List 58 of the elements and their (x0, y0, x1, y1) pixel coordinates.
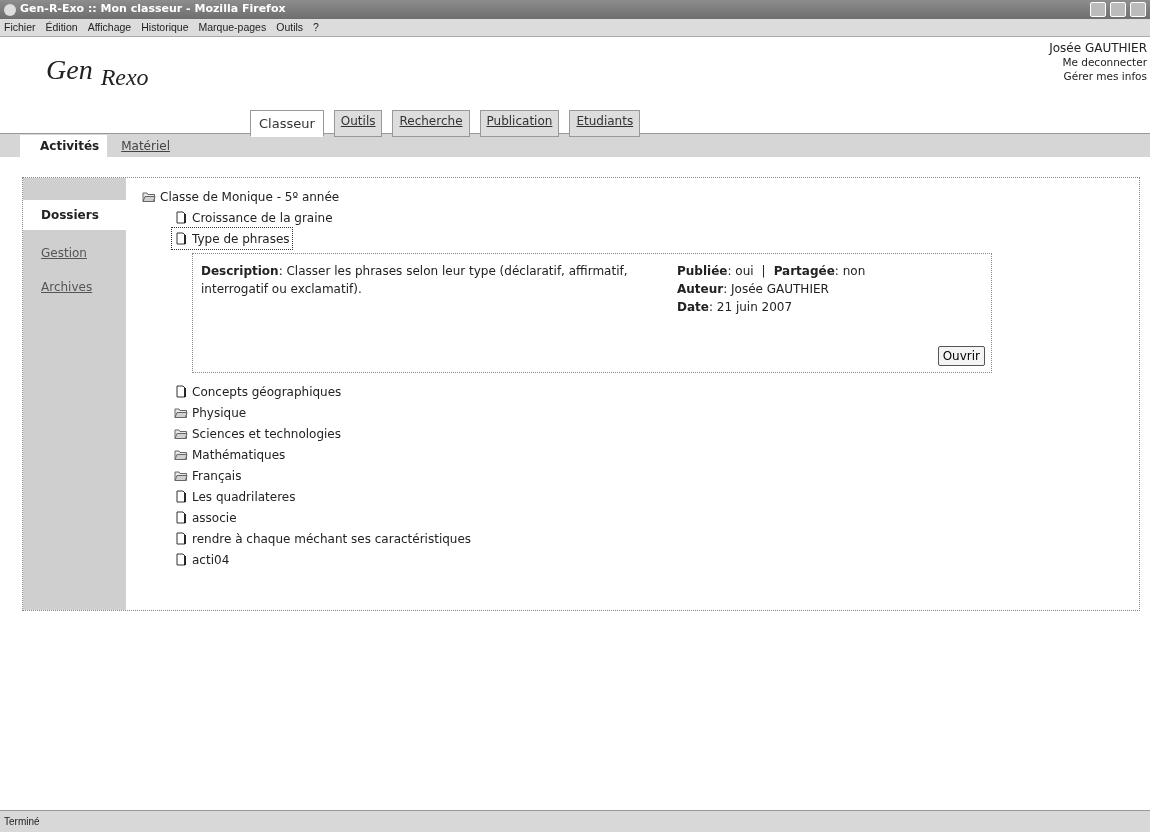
menu-item[interactable]: Historique (141, 19, 189, 36)
tab[interactable]: Publication (479, 109, 560, 137)
subtab[interactable]: Matériel (117, 134, 174, 157)
tree-item[interactable]: Mathématiques (172, 444, 288, 465)
document-icon (174, 511, 188, 524)
menu-item[interactable]: ? (313, 19, 319, 36)
tree-item[interactable]: Croissance de la graine (172, 207, 335, 228)
status-text: Terminé (4, 815, 40, 829)
side-tab[interactable]: Dossiers (23, 200, 126, 230)
tree-item[interactable]: associe (172, 507, 239, 528)
tree-item[interactable]: Les quadrilateres (172, 486, 298, 507)
side-tab[interactable]: Archives (23, 276, 126, 298)
author-text: Auteur: Josée GAUTHIER (677, 281, 830, 298)
maximize-button[interactable] (1110, 2, 1126, 17)
menu-item[interactable]: Outils (276, 19, 304, 36)
tree-item[interactable]: Type de phrases (172, 228, 292, 249)
close-button[interactable] (1130, 2, 1146, 17)
folder-icon (174, 427, 188, 440)
date-text: Date: 21 juin 2007 (677, 299, 794, 316)
menu-item[interactable]: Édition (45, 19, 78, 36)
minimize-button[interactable] (1090, 2, 1106, 17)
document-icon (174, 385, 188, 398)
tree-item[interactable]: Physique (172, 402, 249, 423)
folder-icon (174, 448, 188, 461)
document-icon (174, 211, 188, 224)
description-text: Description: Classer les phrases selon leur type (déclaratif, affirmatif, interrogatif ou exclamatif). (201, 263, 629, 298)
tree-item[interactable]: Concepts géographiques (172, 381, 344, 402)
window-icon (4, 3, 16, 16)
user-link[interactable]: Gérer mes infos (1063, 69, 1147, 83)
logo: Gen Rexo (45, 53, 150, 92)
document-icon (174, 490, 188, 503)
window-title: Gen-R-Exo :: Mon classeur - Mozilla Firefox (20, 1, 286, 18)
menu-item[interactable]: Affichage (87, 19, 132, 36)
open-button[interactable]: Ouvrir (937, 346, 985, 366)
document-icon (174, 232, 188, 245)
published-text: Publiée: oui (677, 263, 754, 280)
tab[interactable]: Etudiants (569, 109, 641, 137)
user-link[interactable]: Me deconnecter (1062, 55, 1147, 69)
menu-item[interactable]: Fichier (4, 19, 36, 36)
menu-item[interactable]: Marque-pages (198, 19, 267, 36)
side-tab[interactable]: Gestion (23, 242, 126, 264)
document-icon (174, 553, 188, 566)
folder-icon (142, 190, 156, 203)
folder-icon (174, 469, 188, 482)
tab[interactable]: Outils (333, 109, 383, 137)
folder-icon (174, 406, 188, 419)
tree-item[interactable]: rendre à chaque méchant ses caractéristiques (172, 528, 474, 549)
tree-item[interactable]: acti04 (172, 549, 232, 570)
separator-text: | (761, 263, 766, 280)
tree-item-label[interactable]: Classe de Monique - 5º année (160, 187, 340, 206)
subtab[interactable]: Activités (20, 134, 108, 157)
document-icon (174, 532, 188, 545)
user-name: Josée GAUTHIER (1049, 41, 1147, 55)
tab[interactable]: Recherche (392, 109, 470, 137)
tab[interactable]: Classeur (250, 109, 324, 137)
shared-text: Partagée: non (773, 263, 866, 280)
tree-item[interactable]: Français (172, 465, 244, 486)
tree-item[interactable]: Sciences et technologies (172, 423, 343, 444)
